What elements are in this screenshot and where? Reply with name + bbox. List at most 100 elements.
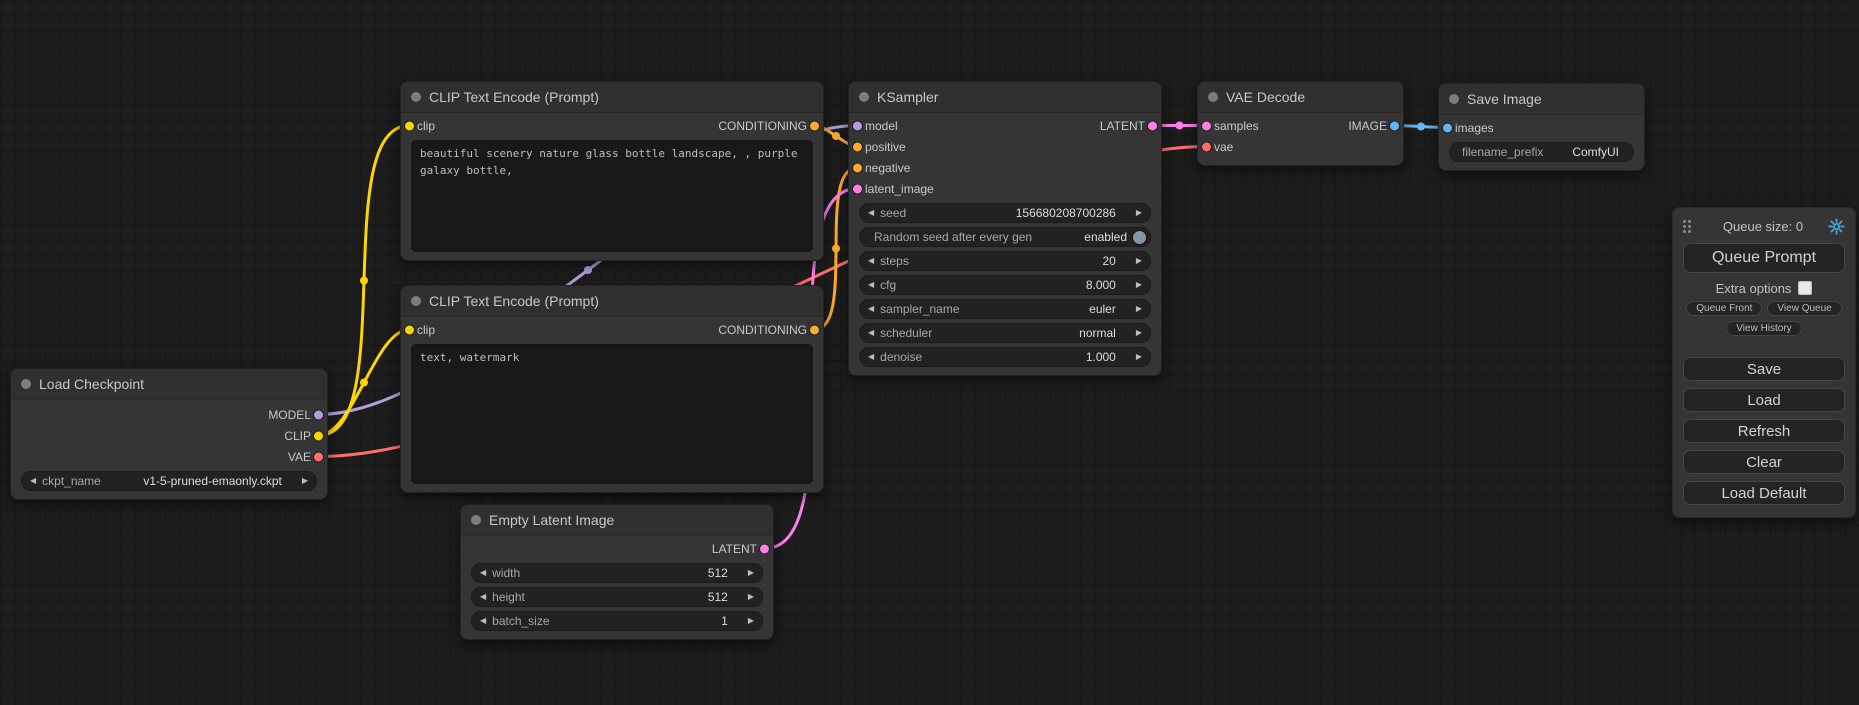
widget-label: scheduler: [880, 326, 932, 340]
queue-prompt-button[interactable]: Queue Prompt: [1683, 243, 1845, 273]
widget-value: 512: [708, 590, 742, 604]
drag-handle-icon[interactable]: [1683, 220, 1691, 233]
decrement-arrow-icon[interactable]: ◀: [868, 281, 874, 289]
extra-options-checkbox[interactable]: [1798, 281, 1812, 295]
input-port-clip[interactable]: [405, 121, 414, 130]
widget-denoise[interactable]: ◀ denoise 1.000 ▶: [859, 347, 1151, 367]
decrement-arrow-icon[interactable]: ◀: [480, 593, 486, 601]
widget-steps[interactable]: ◀ steps 20 ▶: [859, 251, 1151, 271]
load-button[interactable]: Load: [1683, 388, 1845, 412]
port-label: CLIP: [284, 429, 311, 443]
input-port-model[interactable]: [853, 121, 862, 130]
node-title-bar[interactable]: Empty Latent Image: [461, 505, 773, 536]
increment-arrow-icon[interactable]: ▶: [302, 477, 308, 485]
collapse-dot-icon[interactable]: [411, 92, 421, 102]
widget-seed[interactable]: ◀ seed 156680208700286 ▶: [859, 203, 1151, 223]
increment-arrow-icon[interactable]: ▶: [1136, 209, 1142, 217]
node-vae-decode[interactable]: VAE Decode samples IMAGE vae: [1197, 81, 1404, 166]
widget-value: 1: [721, 614, 742, 628]
node-title-bar[interactable]: CLIP Text Encode (Prompt): [401, 286, 823, 317]
decrement-arrow-icon[interactable]: ◀: [868, 209, 874, 217]
widget-scheduler[interactable]: ◀ scheduler normal ▶: [859, 323, 1151, 343]
port-row: clip CONDITIONING: [401, 115, 823, 136]
widget-batch-size[interactable]: ◀ batch_size 1 ▶: [471, 611, 763, 631]
increment-arrow-icon[interactable]: ▶: [1136, 257, 1142, 265]
increment-arrow-icon[interactable]: ▶: [1136, 329, 1142, 337]
input-port-negative[interactable]: [853, 163, 862, 172]
port-row: vae: [1198, 136, 1403, 157]
widget-label: denoise: [880, 350, 922, 364]
collapse-dot-icon[interactable]: [471, 515, 481, 525]
output-port-model[interactable]: [314, 410, 323, 419]
output-port-image[interactable]: [1390, 121, 1399, 130]
widget-filename-prefix[interactable]: filename_prefix ComfyUI: [1449, 142, 1634, 162]
refresh-button[interactable]: Refresh: [1683, 419, 1845, 443]
output-port-clip[interactable]: [314, 431, 323, 440]
decrement-arrow-icon[interactable]: ◀: [480, 617, 486, 625]
node-clip-text-encode-negative[interactable]: CLIP Text Encode (Prompt) clip CONDITION…: [400, 285, 824, 493]
increment-arrow-icon[interactable]: ▶: [748, 593, 754, 601]
port-label: latent_image: [865, 182, 934, 196]
settings-gear-icon[interactable]: [1827, 217, 1845, 235]
queue-front-button[interactable]: Queue Front: [1686, 301, 1762, 316]
widget-label: batch_size: [492, 614, 549, 628]
widget-random-seed-toggle[interactable]: Random seed after every gen enabled: [859, 227, 1151, 247]
collapse-dot-icon[interactable]: [411, 296, 421, 306]
node-clip-text-encode-positive[interactable]: CLIP Text Encode (Prompt) clip CONDITION…: [400, 81, 824, 261]
collapse-dot-icon[interactable]: [1208, 92, 1218, 102]
widget-height[interactable]: ◀ height 512 ▶: [471, 587, 763, 607]
node-title-bar[interactable]: Load Checkpoint: [11, 369, 327, 400]
node-graph-canvas[interactable]: Load Checkpoint MODEL CLIP VAE ◀ ckpt_na…: [0, 0, 1859, 705]
widget-value: euler: [1089, 302, 1130, 316]
collapse-dot-icon[interactable]: [1449, 94, 1459, 104]
node-title-bar[interactable]: CLIP Text Encode (Prompt): [401, 82, 823, 113]
output-port-conditioning[interactable]: [810, 121, 819, 130]
output-port-vae[interactable]: [314, 452, 323, 461]
widget-ckpt-name[interactable]: ◀ ckpt_name v1-5-pruned-emaonly.ckpt ▶: [21, 471, 317, 491]
decrement-arrow-icon[interactable]: ◀: [868, 353, 874, 361]
decrement-arrow-icon[interactable]: ◀: [868, 257, 874, 265]
widget-cfg[interactable]: ◀ cfg 8.000 ▶: [859, 275, 1151, 295]
node-ksampler[interactable]: KSampler model LATENT positive negative …: [848, 81, 1162, 376]
node-load-checkpoint[interactable]: Load Checkpoint MODEL CLIP VAE ◀ ckpt_na…: [10, 368, 328, 500]
increment-arrow-icon[interactable]: ▶: [1136, 353, 1142, 361]
node-empty-latent-image[interactable]: Empty Latent Image LATENT ◀ width 512 ▶ …: [460, 504, 774, 640]
view-queue-button[interactable]: View Queue: [1767, 301, 1841, 316]
input-port-positive[interactable]: [853, 142, 862, 151]
widget-sampler-name[interactable]: ◀ sampler_name euler ▶: [859, 299, 1151, 319]
increment-arrow-icon[interactable]: ▶: [748, 617, 754, 625]
toggle-knob-icon[interactable]: [1133, 231, 1146, 244]
decrement-arrow-icon[interactable]: ◀: [868, 305, 874, 313]
decrement-arrow-icon[interactable]: ◀: [480, 569, 486, 577]
prompt-textarea[interactable]: text, watermark: [411, 344, 813, 484]
input-port-samples[interactable]: [1202, 121, 1211, 130]
collapse-dot-icon[interactable]: [859, 92, 869, 102]
node-title-bar[interactable]: KSampler: [849, 82, 1161, 113]
input-port-vae[interactable]: [1202, 142, 1211, 151]
widget-label: Random seed after every gen: [868, 230, 1032, 244]
output-port-latent[interactable]: [760, 544, 769, 553]
input-port-images[interactable]: [1443, 123, 1452, 132]
decrement-arrow-icon[interactable]: ◀: [30, 477, 36, 485]
increment-arrow-icon[interactable]: ▶: [1136, 305, 1142, 313]
prompt-textarea[interactable]: beautiful scenery nature glass bottle la…: [411, 140, 813, 252]
node-title-bar[interactable]: VAE Decode: [1198, 82, 1403, 113]
input-port-clip[interactable]: [405, 325, 414, 334]
load-default-button[interactable]: Load Default: [1683, 481, 1845, 505]
view-history-button[interactable]: View History: [1726, 321, 1801, 336]
clear-button[interactable]: Clear: [1683, 450, 1845, 474]
save-button[interactable]: Save: [1683, 357, 1845, 381]
output-port-latent[interactable]: [1148, 121, 1157, 130]
increment-arrow-icon[interactable]: ▶: [748, 569, 754, 577]
widget-width[interactable]: ◀ width 512 ▶: [471, 563, 763, 583]
output-port-conditioning[interactable]: [810, 325, 819, 334]
node-save-image[interactable]: Save Image images filename_prefix ComfyU…: [1438, 83, 1645, 171]
increment-arrow-icon[interactable]: ▶: [1136, 281, 1142, 289]
widget-label: seed: [880, 206, 906, 220]
collapse-dot-icon[interactable]: [21, 379, 31, 389]
input-port-latent-image[interactable]: [853, 184, 862, 193]
port-label: vae: [1214, 140, 1233, 154]
node-title-bar[interactable]: Save Image: [1439, 84, 1644, 115]
widget-label: filename_prefix: [1458, 145, 1543, 159]
decrement-arrow-icon[interactable]: ◀: [868, 329, 874, 337]
